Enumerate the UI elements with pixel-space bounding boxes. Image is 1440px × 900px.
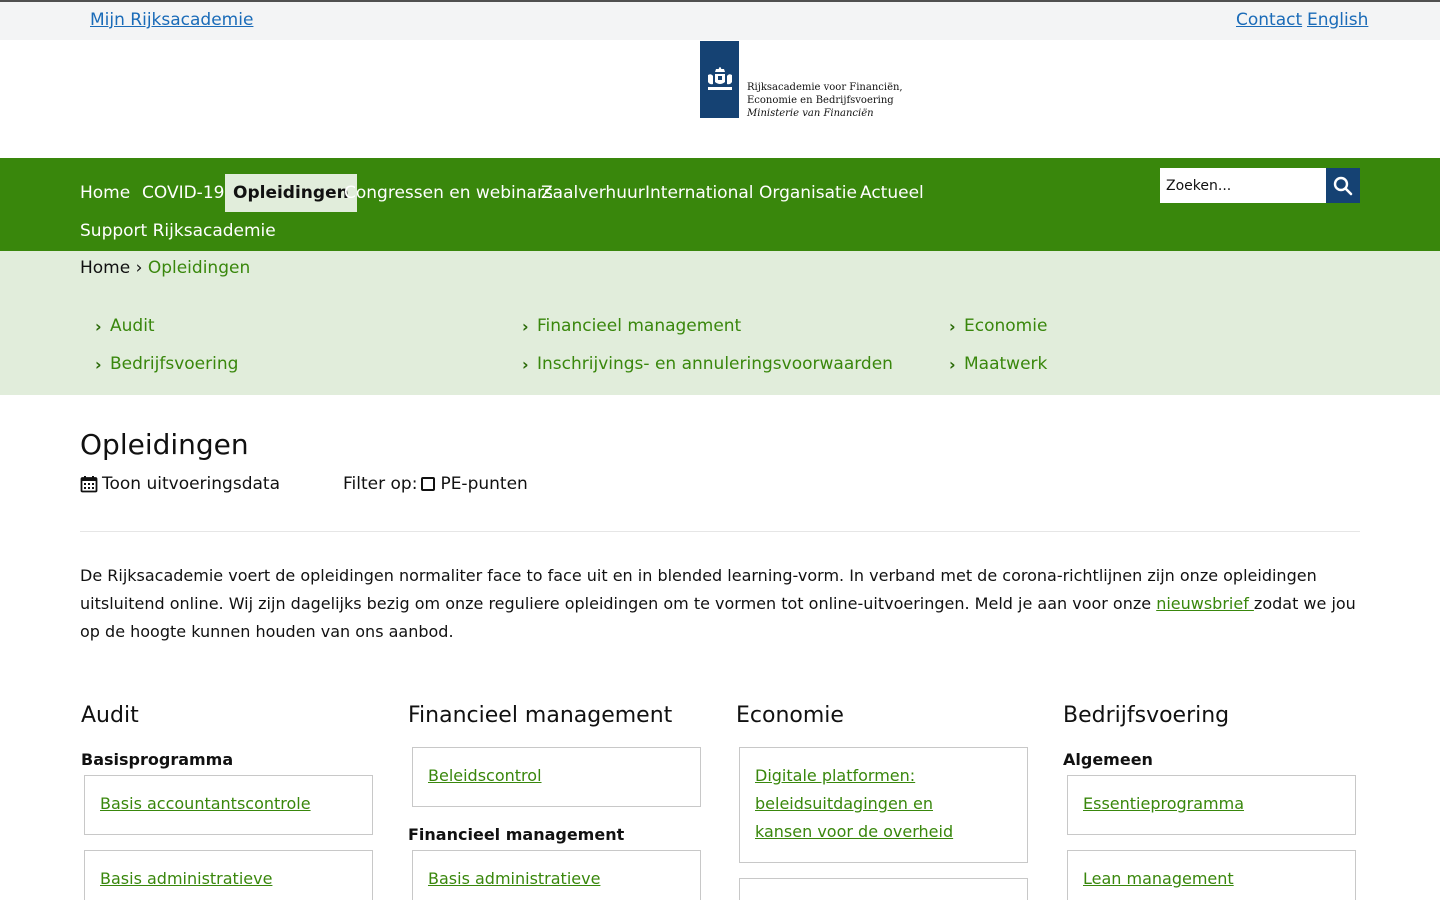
main-navigation: Home COVID-19 Opleidingen Congressen en … [0,158,1440,251]
logo-line-3: Ministerie van Financiën [747,108,874,119]
course-card[interactable]: Beleidscontrol [412,747,701,807]
filter-label: Filter op: [343,474,418,494]
subnav-label: Maatwerk [964,354,1048,374]
course-card[interactable]: Digitale platformen: beleidsuitdagingen … [739,747,1028,863]
nav-item-actueel[interactable]: Actueel [852,174,932,212]
column-title-economie: Economie [736,703,844,728]
breadcrumb-separator: › [135,258,143,278]
english-link[interactable]: English [1307,10,1368,30]
pe-punten-checkbox[interactable] [421,477,436,491]
subnav-link-economie[interactable]: › Economie [949,316,1047,336]
course-card[interactable]: Basis accountantscontrole [84,775,373,835]
subnav-label: Audit [110,316,155,336]
column-title-audit: Audit [81,703,139,728]
calendar-icon [80,476,98,493]
subnav-label: Economie [964,316,1048,336]
chevron-right-icon: › [949,354,956,374]
show-dates-label: Toon uitvoeringsdata [102,474,280,494]
group-heading-basisprogramma: Basisprogramma [81,750,234,769]
breadcrumb-current: Opleidingen [147,258,251,278]
subnav-link-voorwaarden[interactable]: › Inschrijvings- en annuleringsvoorwaarde… [522,354,893,374]
logo-text: Rijksacademie voor Financiën, Economie e… [747,81,903,120]
nav-item-zaalverhuur[interactable]: Zaalverhuur [533,174,653,212]
logo-line-1: Rijksacademie voor Financiën, [747,82,903,93]
breadcrumb-home[interactable]: Home [80,258,130,278]
course-link[interactable]: Essentieprogramma [1083,794,1244,813]
divider [80,531,1360,532]
subnav-link-audit[interactable]: › Audit [95,316,155,336]
subnav-label: Bedrijfsvoering [110,354,239,374]
intro-text-part-1: De Rijksacademie voert de opleidingen no… [80,566,1317,613]
nav-item-support[interactable]: Support Rijksacademie [72,212,284,250]
logo-line-2: Economie en Bedrijfsvoering [747,95,894,106]
course-link[interactable]: Basis administratieve organisatie [100,869,272,900]
course-link[interactable]: Beleidscontrol [428,766,542,785]
course-link[interactable]: Digitale platformen: beleidsuitdagingen … [755,766,953,841]
site-logo[interactable]: Rijksacademie voor Financiën, Economie e… [700,41,903,120]
subnav-label: Inschrijvings- en annuleringsvoorwaarden [537,354,893,374]
search-input[interactable] [1160,168,1326,203]
section-subnav: Home › Opleidingen › Audit › Financieel ma… [0,251,1440,395]
course-card[interactable] [739,878,1028,900]
course-card[interactable]: Essentieprogramma [1067,775,1356,835]
column-title-financieel-management: Financieel management [408,703,673,728]
search-icon [1333,176,1353,195]
coat-of-arms-icon [700,41,739,118]
contact-link[interactable]: Contact [1236,10,1302,30]
chevron-right-icon: › [522,316,529,336]
chevron-right-icon: › [95,354,102,374]
pe-punten-label: PE-punten [440,474,528,494]
group-heading-algemeen: Algemeen [1063,750,1153,769]
chevron-right-icon: › [522,354,529,374]
nav-item-international[interactable]: International [637,174,762,212]
course-link[interactable]: Basis administratieve organisatie [428,869,600,900]
course-card[interactable]: Basis administratieve organisatie [412,850,701,900]
nav-item-covid-19[interactable]: COVID-19 [134,174,232,212]
chevron-right-icon: › [949,316,956,336]
breadcrumb: Home › Opleidingen [80,258,250,278]
chevron-right-icon: › [95,316,102,336]
site-header: Rijksacademie voor Financiën, Economie e… [0,40,1440,158]
show-dates-toggle[interactable]: Toon uitvoeringsdata [80,474,280,494]
intro-text: De Rijksacademie voert de opleidingen no… [80,562,1360,646]
subnav-link-financieel-management[interactable]: › Financieel management [522,316,741,336]
course-card[interactable]: Basis administratieve organisatie [84,850,373,900]
column-title-bedrijfsvoering: Bedrijfsvoering [1063,703,1230,728]
nav-item-home[interactable]: Home [72,174,138,212]
course-card[interactable]: Lean management Rijksoverheid [1067,850,1356,900]
nav-item-congressen[interactable]: Congressen en webinars [336,174,561,212]
nav-item-organisatie[interactable]: Organisatie [751,174,865,212]
subnav-link-maatwerk[interactable]: › Maatwerk [949,354,1047,374]
page-title: Opleidingen [80,428,249,461]
group-heading-financieel-management: Financieel management [408,825,625,844]
subnav-link-bedrijfsvoering[interactable]: › Bedrijfsvoering [95,354,238,374]
course-link[interactable]: Basis accountantscontrole [100,794,311,813]
search-button[interactable] [1326,168,1360,203]
subnav-label: Financieel management [537,316,742,336]
newsletter-link[interactable]: nieuwsbrief [1156,594,1254,613]
utility-bar: Mijn Rijksacademie Contact English [0,0,1440,40]
filter-control: Filter op: PE-punten [343,474,528,494]
mijn-rijksacademie-link[interactable]: Mijn Rijksacademie [90,10,253,30]
course-link[interactable]: Lean management Rijksoverheid [1083,869,1234,900]
